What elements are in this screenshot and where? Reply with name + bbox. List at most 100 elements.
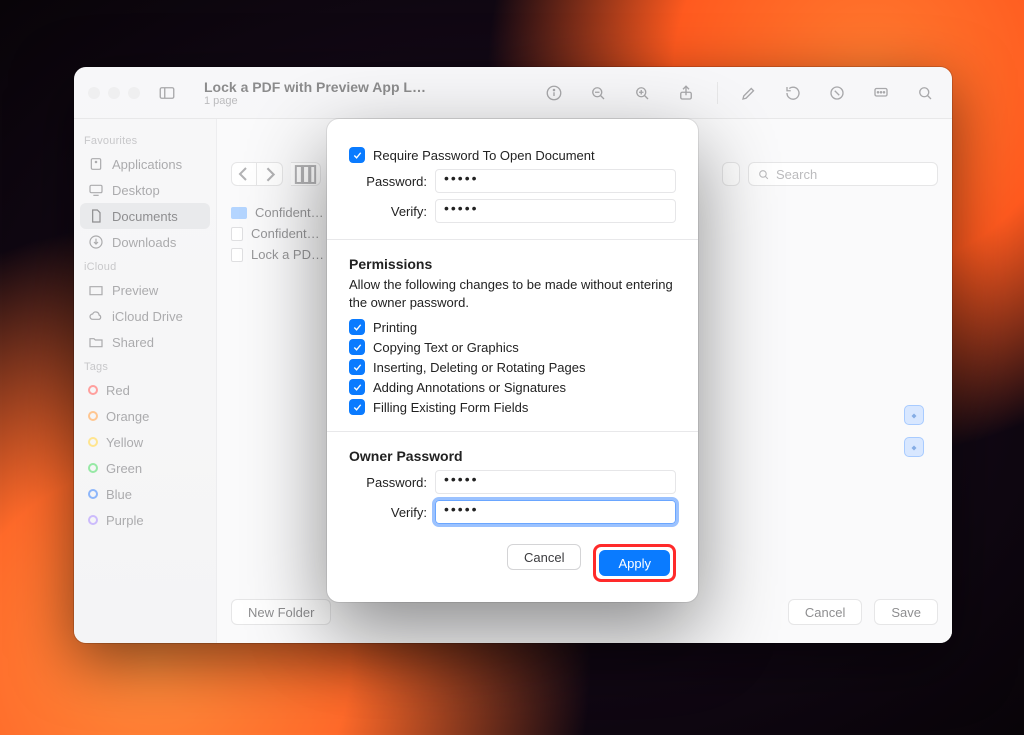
sidebar-item-label: Orange (106, 409, 149, 424)
zoom-out-icon[interactable] (585, 80, 611, 106)
owner-verify-label: Verify: (349, 505, 427, 520)
search-icon[interactable] (912, 80, 938, 106)
owner-password-header: Owner Password (349, 448, 676, 464)
require-password-row[interactable]: Require Password To Open Document (349, 147, 676, 163)
open-password-field[interactable]: ••••• (435, 169, 676, 193)
dialog-separator (327, 431, 698, 432)
file-label: Confident… (255, 205, 324, 220)
permission-annotations[interactable]: Adding Annotations or Signatures (349, 379, 676, 395)
permissions-subtext: Allow the following changes to be made w… (349, 276, 676, 311)
tag-dot-icon (88, 463, 98, 473)
window-controls[interactable] (88, 87, 140, 99)
sidebar-item-documents[interactable]: Documents (80, 203, 210, 229)
permission-printing[interactable]: Printing (349, 319, 676, 335)
sidebar-section-header: iCloud (84, 261, 206, 273)
list-item[interactable]: Lock a PD… (231, 247, 324, 262)
tag-dot-icon (88, 437, 98, 447)
markup-icon[interactable] (736, 80, 762, 106)
list-item[interactable]: Confident… (231, 226, 324, 241)
option-stepper[interactable] (904, 437, 924, 457)
sidebar-tag-red[interactable]: Red (80, 377, 210, 403)
rotate-icon[interactable] (780, 80, 806, 106)
open-verify-field[interactable]: ••••• (435, 199, 676, 223)
permission-inserting[interactable]: Inserting, Deleting or Rotating Pages (349, 359, 676, 375)
back-button[interactable] (231, 162, 257, 186)
list-item[interactable]: Confident… (231, 205, 324, 220)
tag-dot-icon (88, 489, 98, 499)
sidebar-tag-blue[interactable]: Blue (80, 481, 210, 507)
permission-copying[interactable]: Copying Text or Graphics (349, 339, 676, 355)
cancel-button[interactable]: Cancel (507, 544, 581, 570)
tag-dot-icon (88, 411, 98, 421)
file-column: Confident… Confident… Lock a PD… (231, 205, 324, 262)
owner-password-field[interactable]: ••••• (435, 470, 676, 494)
owner-verify-field[interactable]: ••••• (435, 500, 676, 524)
new-folder-button[interactable]: New Folder (231, 599, 331, 625)
sidebar-item-icloud-drive[interactable]: iCloud Drive (80, 303, 210, 329)
checkbox-checked-icon[interactable] (349, 359, 365, 375)
checkbox-checked-icon[interactable] (349, 379, 365, 395)
toolbar-separator (717, 82, 718, 104)
password-label: Password: (349, 174, 427, 189)
checkbox-checked-icon[interactable] (349, 319, 365, 335)
toolbar-icons (541, 80, 938, 106)
sidebar-tag-purple[interactable]: Purple (80, 507, 210, 533)
pdf-password-dialog: Require Password To Open Document Passwo… (327, 119, 698, 602)
highlight-icon[interactable] (824, 80, 850, 106)
close-traffic-light[interactable] (88, 87, 100, 99)
sidebar-tag-orange[interactable]: Orange (80, 403, 210, 429)
forward-button[interactable] (257, 162, 283, 186)
save-panel-footer: New Folder Cancel Save (231, 599, 938, 625)
sidebar-item-preview[interactable]: Preview (80, 277, 210, 303)
sidebar-toggle-button[interactable] (152, 80, 182, 106)
search-placeholder: Search (776, 167, 817, 182)
sidebar-tag-green[interactable]: Green (80, 455, 210, 481)
sidebar-item-desktop[interactable]: Desktop (80, 177, 210, 203)
info-icon[interactable] (541, 80, 567, 106)
window-title: Lock a PDF with Preview App L… (204, 79, 426, 95)
titlebar: Lock a PDF with Preview App L… 1 page (74, 67, 952, 119)
sidebar-item-label: Purple (106, 513, 144, 528)
permission-label: Adding Annotations or Signatures (373, 380, 566, 395)
zoom-traffic-light[interactable] (128, 87, 140, 99)
column-view-icon[interactable] (291, 162, 321, 186)
permissions-list: Printing Copying Text or Graphics Insert… (349, 319, 676, 415)
checkbox-checked-icon[interactable] (349, 339, 365, 355)
apply-button[interactable]: Apply (599, 550, 670, 576)
option-stepper[interactable] (904, 405, 924, 425)
sidebar-item-label: Desktop (112, 183, 160, 198)
nav-back-forward[interactable] (231, 162, 283, 186)
finder-sidebar: Favourites Applications Desktop Document… (74, 119, 216, 643)
share-icon[interactable] (673, 80, 699, 106)
sidebar-section-header: Favourites (84, 135, 206, 147)
view-mode-segment[interactable] (291, 162, 321, 186)
document-icon (231, 248, 243, 262)
save-button[interactable]: Save (874, 599, 938, 625)
search-icon (757, 168, 770, 181)
checkbox-checked-icon[interactable] (349, 147, 365, 163)
window-subtitle: 1 page (204, 95, 426, 107)
collapse-stepper[interactable] (722, 162, 740, 186)
zoom-in-icon[interactable] (629, 80, 655, 106)
sidebar-item-label: Red (106, 383, 130, 398)
save-cancel-button[interactable]: Cancel (788, 599, 862, 625)
permission-label: Copying Text or Graphics (373, 340, 519, 355)
search-field[interactable]: Search (748, 162, 938, 186)
sidebar-item-shared[interactable]: Shared (80, 329, 210, 355)
sidebar-item-label: Yellow (106, 435, 143, 450)
file-label: Lock a PD… (251, 247, 324, 262)
minimize-traffic-light[interactable] (108, 87, 120, 99)
owner-password-label: Password: (349, 475, 427, 490)
sidebar-item-label: iCloud Drive (112, 309, 183, 324)
sidebar-tag-yellow[interactable]: Yellow (80, 429, 210, 455)
permission-form-fields[interactable]: Filling Existing Form Fields (349, 399, 676, 415)
permission-label: Inserting, Deleting or Rotating Pages (373, 360, 585, 375)
sidebar-item-label: Downloads (112, 235, 176, 250)
annotate-icon[interactable] (868, 80, 894, 106)
verify-label: Verify: (349, 204, 427, 219)
window-title-block: Lock a PDF with Preview App L… 1 page (204, 79, 426, 107)
checkbox-checked-icon[interactable] (349, 399, 365, 415)
sidebar-item-label: Documents (112, 209, 178, 224)
sidebar-item-applications[interactable]: Applications (80, 151, 210, 177)
sidebar-item-downloads[interactable]: Downloads (80, 229, 210, 255)
